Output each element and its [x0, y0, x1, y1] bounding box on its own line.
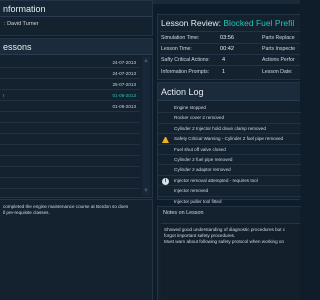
- action-log-row[interactable]: Cylinder 2 Injector hold down clamp remo…: [158, 124, 301, 135]
- stat-label: Safty Critical Actions:: [161, 57, 210, 63]
- lesson-row[interactable]: 01-08-2013: [0, 101, 140, 112]
- lesson-row[interactable]: 25-07-2013: [0, 79, 140, 90]
- lesson-review-prefix: Lesson Review:: [161, 18, 222, 28]
- action-log-list: Engine stopped Rocker cover 2 removed Cyli…: [158, 103, 301, 207]
- lesson-review-title: Lesson Review: Blocked Fuel Prefil: [161, 16, 294, 30]
- lessons-panel-title: essons: [0, 39, 152, 55]
- lesson-name: r: [3, 93, 5, 98]
- stat-value: 1: [222, 69, 226, 75]
- action-log-row[interactable]: Safety Critical Warning - Cylinder 2 fue…: [158, 134, 301, 145]
- action-log-row[interactable]: Cylinder 2 fuel pipe removed: [158, 155, 301, 166]
- divider: [160, 65, 300, 66]
- action-log-text: Cylinder 2 Injector hold down clamp remo…: [174, 125, 266, 131]
- information-panel: nformation : David Turner: [0, 0, 153, 36]
- action-log-text: Fuel shut off valve closed: [174, 146, 226, 152]
- action-log-row[interactable]: Injector removed: [158, 186, 301, 197]
- notes-panel: Notes on Lesson Showed good understandin…: [157, 206, 300, 300]
- scroll-up-arrow-icon[interactable]: ▲: [142, 57, 150, 65]
- action-log-text: Rocker cover 2 removed: [174, 115, 225, 121]
- lesson-row-empty: [0, 123, 140, 134]
- action-log-text: Safety Critical Warning - Cylinder 2 fue…: [174, 136, 284, 142]
- lesson-date: 01-08-2013: [112, 93, 137, 98]
- stat-label: Parts Replace: [262, 35, 295, 41]
- warning-icon: [162, 136, 169, 144]
- lesson-description-text: completed the engine maintenance course …: [3, 204, 129, 215]
- notes-title: Notes on Lesson: [163, 210, 204, 216]
- stat-label: Lesson Time:: [161, 46, 192, 52]
- lesson-row-empty: [0, 156, 140, 167]
- lesson-date: 24-07-2013: [112, 60, 137, 65]
- scroll-down-arrow-icon[interactable]: ▼: [142, 187, 150, 195]
- action-log-text: Cylinder 2 fuel pipe removed: [174, 156, 233, 162]
- stat-value: 4: [222, 57, 226, 63]
- lesson-row[interactable]: r 01-08-2013: [0, 90, 140, 101]
- action-log-text: Injector removed: [174, 188, 209, 194]
- lesson-row-empty: [0, 167, 140, 178]
- lesson-row[interactable]: 24-07-2013: [0, 57, 140, 68]
- action-log-text: Injector removal attempted - requires to…: [174, 177, 258, 183]
- action-log-row[interactable]: i Injector removal attempted - requires t…: [158, 176, 301, 187]
- lesson-row-empty: [0, 134, 140, 145]
- lessons-scrollbar[interactable]: ▲ ▼: [142, 57, 150, 195]
- action-log-text: Engine stopped: [174, 105, 206, 110]
- stat-label: Simulation Time:: [161, 35, 200, 41]
- lessons-list: 24-07-2013 24-07-2013 25-07-2013 r 01-08-201…: [0, 57, 140, 189]
- stat-value: 00:42: [220, 46, 234, 52]
- lesson-row-empty: [0, 178, 140, 189]
- user-name: David Turner: [7, 21, 39, 27]
- user-row: : David Turner: [0, 18, 150, 30]
- stat-label: Lesson Date:: [262, 69, 293, 75]
- user-label: :: [4, 21, 6, 27]
- action-log-row[interactable]: Cylinder 2 adaptor removed: [158, 165, 301, 176]
- lesson-date: 24-07-2013: [112, 71, 137, 76]
- lesson-row-empty: [0, 145, 140, 156]
- stat-value: 03:56: [220, 35, 234, 41]
- action-log-panel: Action Log Engine stopped Rocker cover 2 …: [157, 82, 301, 207]
- lesson-row-empty: [0, 112, 140, 123]
- action-log-row[interactable]: Engine stopped: [158, 103, 301, 114]
- lesson-row[interactable]: 24-07-2013: [0, 68, 140, 79]
- lesson-date: 25-07-2013: [112, 82, 137, 87]
- lesson-description-panel: completed the engine maintenance course …: [0, 199, 153, 300]
- information-panel-title: nformation: [0, 1, 152, 17]
- lesson-date: 01-08-2013: [112, 104, 137, 109]
- info-icon: i: [162, 177, 169, 185]
- stat-label: Parts Inspecte: [262, 46, 296, 52]
- lesson-review-panel: Lesson Review: Blocked Fuel Prefil Simul…: [157, 14, 300, 80]
- stat-label: Information Prompts:: [161, 69, 210, 75]
- action-log-text: Cylinder 2 adaptor removed: [174, 167, 231, 173]
- action-log-row[interactable]: Fuel shut off valve closed: [158, 145, 301, 155]
- stat-label: Actions Perfor: [262, 57, 295, 63]
- lessons-panel: essons 24-07-2013 24-07-2013 25-07-2013 r 01…: [0, 38, 153, 198]
- action-log-title: Action Log: [158, 83, 300, 101]
- lesson-review-name: Blocked Fuel Prefil: [223, 18, 295, 28]
- divider: [160, 31, 300, 32]
- notes-text: Showed good understanding of diagnostic …: [164, 227, 286, 244]
- notes-textarea[interactable]: Showed good understanding of diagnostic …: [161, 223, 300, 300]
- action-log-row[interactable]: Rocker cover 2 removed: [158, 113, 301, 124]
